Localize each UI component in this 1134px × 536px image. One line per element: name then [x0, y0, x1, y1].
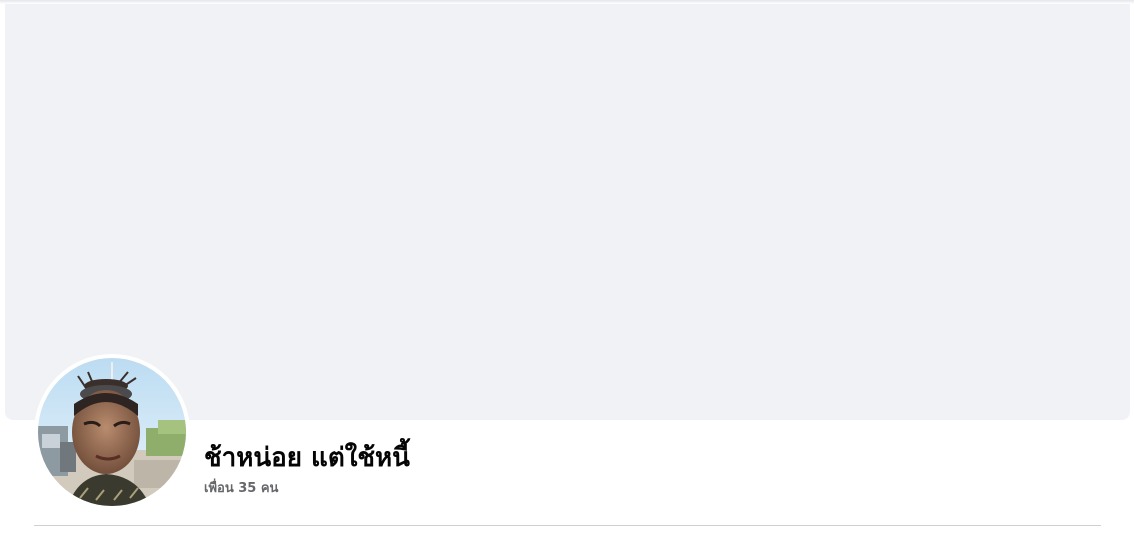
profile-page: ช้าหน่อย แต่ใช้หนี้ เพื่อน 35 คน: [0, 0, 1134, 536]
profile-name: ช้าหน่อย แต่ใช้หนี้: [204, 443, 410, 473]
avatar: [38, 358, 186, 506]
cover-photo[interactable]: [5, 4, 1130, 420]
friend-count-link[interactable]: เพื่อน 35 คน: [204, 480, 410, 498]
profile-picture[interactable]: [34, 354, 190, 510]
profile-info: ช้าหน่อย แต่ใช้หนี้ เพื่อน 35 คน: [204, 440, 410, 498]
header-divider: [34, 525, 1101, 526]
